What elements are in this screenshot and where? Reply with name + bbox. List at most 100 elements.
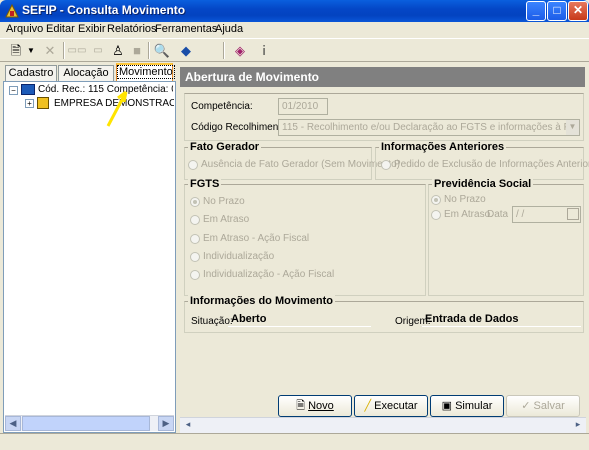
fato-gerador-title: Fato Gerador xyxy=(188,141,262,153)
search-button[interactable]: 🔍 xyxy=(152,41,172,61)
close-button[interactable]: ✕ xyxy=(568,1,588,21)
menu-arquivo[interactable]: Arquivo xyxy=(6,23,43,35)
scroll-thumb[interactable] xyxy=(22,416,150,431)
copy-button[interactable]: ▭▭ xyxy=(67,41,87,61)
fgts-no-prazo-radio[interactable] xyxy=(190,197,200,207)
menu-ajuda[interactable]: Ajuda xyxy=(215,23,243,35)
tree-horizontal-scrollbar[interactable]: ◀ ▶ xyxy=(5,415,174,431)
stop-button[interactable]: ■ xyxy=(127,41,147,61)
executar-label: Executar xyxy=(374,400,418,412)
new-button[interactable]: 🗎 xyxy=(6,41,26,61)
situacao-label: Situação: xyxy=(191,316,233,327)
info-anteriores-title: Informações Anteriores xyxy=(379,141,507,153)
scroll-right-icon[interactable]: ▶ xyxy=(158,416,174,431)
competencia-input[interactable]: 01/2010 xyxy=(278,98,328,115)
tree-expand-icon[interactable]: + xyxy=(25,99,34,108)
toolbar: 🗎 ▼ ✕ ▭▭ ▭ ♙ ■ 🔍 ◆ ◈ ⅰ xyxy=(0,38,589,62)
paste-icon: ▭ xyxy=(93,45,103,56)
tab-cadastro[interactable]: Cadastro xyxy=(5,65,57,82)
maximize-icon: □ xyxy=(553,3,561,17)
fgts-individualizacao-radio[interactable] xyxy=(190,252,200,262)
novo-button[interactable]: 🗎 Novo xyxy=(278,395,352,417)
previdencia-title: Previdência Social xyxy=(432,178,534,190)
calendar-icon[interactable] xyxy=(567,208,579,220)
fgts-em-atraso-radio[interactable] xyxy=(190,215,200,225)
panel-header: Abertura de Movimento xyxy=(180,67,585,87)
origem-value: Entrada de Dados xyxy=(422,312,581,327)
fgts-option-label: Individualização xyxy=(203,251,275,262)
scroll-right-icon[interactable]: ▸ xyxy=(570,418,586,433)
menu-relatorios[interactable]: Relatórios xyxy=(107,23,157,35)
salvar-label: Salvar xyxy=(533,400,565,412)
fgts-option-label: Em Atraso xyxy=(203,214,250,225)
salvar-button[interactable]: ✓ Salvar xyxy=(506,395,580,417)
simular-button[interactable]: ▣ Simular xyxy=(430,395,504,417)
menu-editar[interactable]: Editar xyxy=(46,23,75,35)
left-panel: Cadastro Alocação Movimento − Cód. Rec.:… xyxy=(3,63,176,433)
right-panel: Abertura de Movimento Competência: 01/20… xyxy=(180,63,589,433)
fgts-option-label: Em Atraso - Ação Fiscal xyxy=(203,233,310,244)
sem-movimento-radio[interactable] xyxy=(188,160,198,170)
menu-exibir[interactable]: Exibir xyxy=(78,23,106,35)
codigo-select[interactable]: 115 - Recolhimento e/ou Declaração ao FG… xyxy=(278,119,580,136)
right-horizontal-scrollbar[interactable]: ◂ ▸ xyxy=(180,417,586,433)
novo-label: Novo xyxy=(308,400,334,412)
info-button[interactable]: ⅰ xyxy=(254,41,274,61)
eraser-button[interactable]: ◈ xyxy=(230,41,250,61)
executar-button[interactable]: ╱ Executar xyxy=(354,395,428,417)
exclusao-radio[interactable] xyxy=(381,160,391,170)
cube-button[interactable]: ◆ xyxy=(176,41,196,61)
copy-icon: ▭▭ xyxy=(67,45,87,56)
person-icon: ♙ xyxy=(112,43,124,58)
simulate-icon: ▣ xyxy=(441,400,456,412)
info-movimento-title: Informações do Movimento xyxy=(188,295,336,307)
info-icon: ⅰ xyxy=(262,43,266,58)
menu-ferramentas[interactable]: Ferramentas xyxy=(155,23,217,35)
codigo-label: Código Recolhimento: xyxy=(191,122,290,133)
binoculars-icon: 🔍 xyxy=(153,43,171,58)
scroll-left-icon[interactable]: ◂ xyxy=(180,418,196,433)
person-button[interactable]: ♙ xyxy=(108,41,128,61)
tab-movimento-label: Movimento xyxy=(117,65,175,79)
maximize-button[interactable]: □ xyxy=(547,1,567,21)
status-bar xyxy=(0,433,589,450)
exclusao-label: Pedido de Exclusão de Informações Anteri… xyxy=(394,159,589,170)
fgts-option-label: No Prazo xyxy=(203,196,245,207)
menu-bar: Arquivo Editar Exibir Relatórios Ferrame… xyxy=(0,22,589,38)
paste-button[interactable]: ▭ xyxy=(88,41,108,61)
prev-option-label: No Prazo xyxy=(444,194,486,205)
fgts-individualizacao-fiscal-radio[interactable] xyxy=(190,270,200,280)
simular-label: Simular xyxy=(455,400,493,412)
fgts-acao-fiscal-radio[interactable] xyxy=(190,234,200,244)
pointer-arrow-icon xyxy=(106,90,128,127)
sem-movimento-label: Ausência de Fato Gerador (Sem Movimento) xyxy=(201,159,400,170)
chevron-down-icon[interactable]: ▼ xyxy=(566,120,579,135)
competencia-label: Competência: xyxy=(191,101,253,112)
delete-button[interactable]: ✕ xyxy=(40,41,60,61)
toolbar-separator xyxy=(223,42,225,59)
fgts-option-label: Individualização - Ação Fiscal xyxy=(203,269,335,280)
minimize-button[interactable]: _ xyxy=(526,1,546,21)
prev-em-atraso-radio[interactable] xyxy=(431,210,441,220)
fgts-title: FGTS xyxy=(188,178,222,190)
prev-no-prazo-radio[interactable] xyxy=(431,195,441,205)
tree-view: − Cód. Rec.: 115 Competência: 01/20 + EM… xyxy=(3,81,176,433)
tab-movimento[interactable]: Movimento xyxy=(116,63,175,82)
building-icon xyxy=(37,97,49,109)
window-title: SEFIP - Consulta Movimento xyxy=(22,3,186,17)
cube-icon: ◆ xyxy=(181,43,191,58)
app-icon xyxy=(5,3,19,18)
close-icon: ✕ xyxy=(572,3,584,17)
delete-icon: ✕ xyxy=(44,43,56,58)
eraser-icon: ◈ xyxy=(235,43,245,58)
scroll-left-icon[interactable]: ◀ xyxy=(5,416,21,431)
tree-collapse-icon[interactable]: − xyxy=(9,86,18,95)
monitor-icon xyxy=(21,84,35,95)
tab-alocacao[interactable]: Alocação xyxy=(58,65,114,82)
document-icon: 🗎 xyxy=(296,400,309,412)
stop-icon: ■ xyxy=(133,43,141,58)
situacao-value: Aberto xyxy=(228,312,371,327)
title-bar: SEFIP - Consulta Movimento _ □ ✕ xyxy=(0,0,589,22)
new-dropdown-button[interactable]: ▼ xyxy=(26,41,36,61)
new-document-icon: 🗎 xyxy=(10,43,22,58)
